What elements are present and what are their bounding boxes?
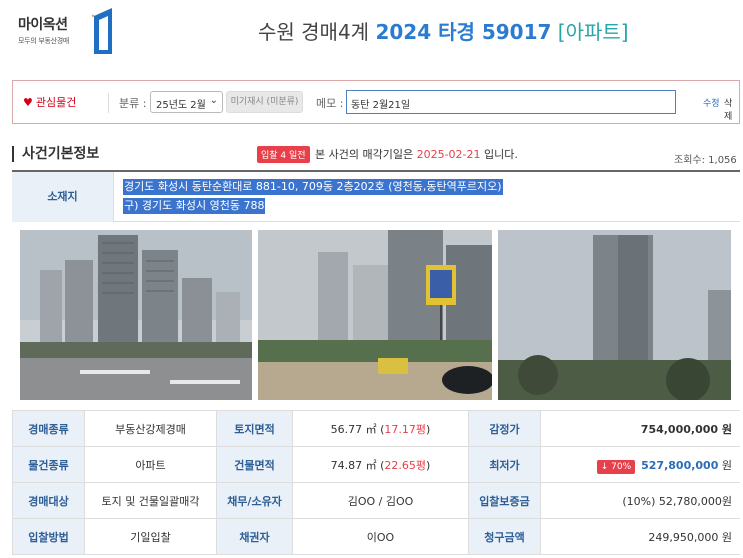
paren: ) xyxy=(426,458,431,472)
section-title: 사건기본정보 xyxy=(12,146,99,162)
cell-label: 경매종류 xyxy=(12,410,85,447)
category-value: 25년도 2월 xyxy=(156,100,206,111)
deposit-value: (10%) 52,780,000원 xyxy=(540,482,740,519)
cell-label: 토지면적 xyxy=(216,410,293,447)
logo[interactable]: 마이옥션 모두의 부동산경매 xyxy=(14,4,119,58)
address-value: 경기도 화성시 동탄순환대로 881-10, 709동 2층202호 (영천동,… xyxy=(123,179,503,217)
cell-label: 채권자 xyxy=(216,518,293,555)
area-sqm: 74.87 ㎡ ( xyxy=(330,458,385,472)
appraisal-value: 754,000,000 원 xyxy=(540,410,740,447)
days-left-badge: 입찰 4 일전 xyxy=(257,146,310,163)
cell-value: 기일입찰 xyxy=(84,518,217,555)
logo-text: 마이옥션 xyxy=(18,17,68,33)
area-pyeong: 22.65평 xyxy=(384,458,427,472)
cell-value: 토지 및 건물일괄매각 xyxy=(84,482,217,519)
edit-link[interactable]: 수정 xyxy=(703,96,720,109)
cell-value: 74.87 ㎡ (22.65평) xyxy=(292,446,469,483)
area-pyeong: 17.17평 xyxy=(384,422,427,436)
heart-icon: ♥ xyxy=(23,96,33,109)
cell-value: 부동산강제경매 xyxy=(84,410,217,447)
address-label: 소재지 xyxy=(12,172,114,222)
unclassified-button[interactable]: 미기재시 (미분류) xyxy=(226,91,303,113)
sale-date-text: 본 사건의 매각기일은 2025-02-21 입니다. xyxy=(315,146,518,162)
cell-label: 감정가 xyxy=(468,410,541,447)
table-row: 경매종류 부동산강제경매 토지면적 56.77 ㎡ (17.17평) 감정가 7… xyxy=(12,410,740,447)
cell-label: 건물면적 xyxy=(216,446,293,483)
sale-date: 2025-02-21 xyxy=(416,148,481,161)
cell-value: 56.77 ㎡ (17.17평) xyxy=(292,410,469,447)
address-old-line: 구) 경기도 화성시 영천동 788 xyxy=(123,198,266,214)
cell-label: 입찰보증금 xyxy=(468,482,541,519)
logo-mark-icon xyxy=(92,8,112,54)
address-line: 경기도 화성시 동탄순환대로 881-10, 709동 2층202호 (영천동,… xyxy=(123,179,503,195)
discount-badge: ↓ 70% xyxy=(596,459,636,474)
claim-value: 249,950,000 원 xyxy=(540,518,740,555)
cell-value: 김OO / 김OO xyxy=(292,482,469,519)
case-number: 2024 타경 59017 xyxy=(375,20,552,44)
property-type: [아파트] xyxy=(557,20,629,44)
property-photo-1[interactable] xyxy=(20,230,252,400)
cell-label: 청구금액 xyxy=(468,518,541,555)
property-photo-2[interactable] xyxy=(258,230,492,400)
memo-label: 메모 : xyxy=(316,97,344,110)
address-row: 소재지 경기도 화성시 동탄순환대로 881-10, 709동 2층202호 (… xyxy=(12,172,740,222)
delete-link[interactable]: 삭제 xyxy=(724,96,739,122)
cell-label: 입찰방법 xyxy=(12,518,85,555)
interest-bar: ♥ 관심물건 분류 : 25년도 2월 ⌄ 미기재시 (미분류) 메모 : 동탄 … xyxy=(12,80,740,124)
sale-prefix: 본 사건의 매각기일은 xyxy=(315,148,414,161)
paren: ) xyxy=(426,422,431,436)
cell-label: 최저가 xyxy=(468,446,541,483)
unit: 원 xyxy=(718,458,732,472)
cell-value: 이OO xyxy=(292,518,469,555)
cell-label: 채무/소유자 xyxy=(216,482,293,519)
table-row: 물건종류 아파트 건물면적 74.87 ㎡ (22.65평) 최저가 ↓ 70%… xyxy=(12,446,740,483)
min-price: 527,800,000 xyxy=(641,458,719,472)
property-photo-3[interactable] xyxy=(498,230,731,400)
table-row: 경매대상 토지 및 건물일괄매각 채무/소유자 김OO / 김OO 입찰보증금 … xyxy=(12,482,740,519)
memo-input[interactable]: 동탄 2월21일 xyxy=(346,90,676,114)
min-price-cell: ↓ 70% 527,800,000 원 xyxy=(540,446,740,483)
cell-value: 아파트 xyxy=(84,446,217,483)
table-row: 입찰방법 기일입찰 채권자 이OO 청구금액 249,950,000 원 xyxy=(12,518,740,555)
area-sqm: 56.77 ㎡ ( xyxy=(330,422,385,436)
court-name: 수원 경매4계 xyxy=(258,20,370,44)
sale-suffix: 입니다. xyxy=(484,148,518,161)
category-label: 분류 : xyxy=(119,97,147,110)
logo-subtitle: 모두의 부동산경매 xyxy=(18,37,70,45)
cell-label: 경매대상 xyxy=(12,482,85,519)
chevron-down-icon: ⌄ xyxy=(209,95,218,106)
divider xyxy=(108,93,109,113)
cell-label: 물건종류 xyxy=(12,446,85,483)
info-table: 경매종류 부동산강제경매 토지면적 56.77 ㎡ (17.17평) 감정가 7… xyxy=(12,410,740,555)
case-title: 수원 경매4계 2024 타경 59017 [아파트] xyxy=(258,16,629,45)
category-select[interactable]: 25년도 2월 ⌄ xyxy=(150,91,223,113)
interest-label: 관심물건 xyxy=(35,96,77,109)
view-count: 조회수: 1,056 xyxy=(674,155,737,166)
interest-toggle[interactable]: ♥ 관심물건 xyxy=(23,94,76,110)
